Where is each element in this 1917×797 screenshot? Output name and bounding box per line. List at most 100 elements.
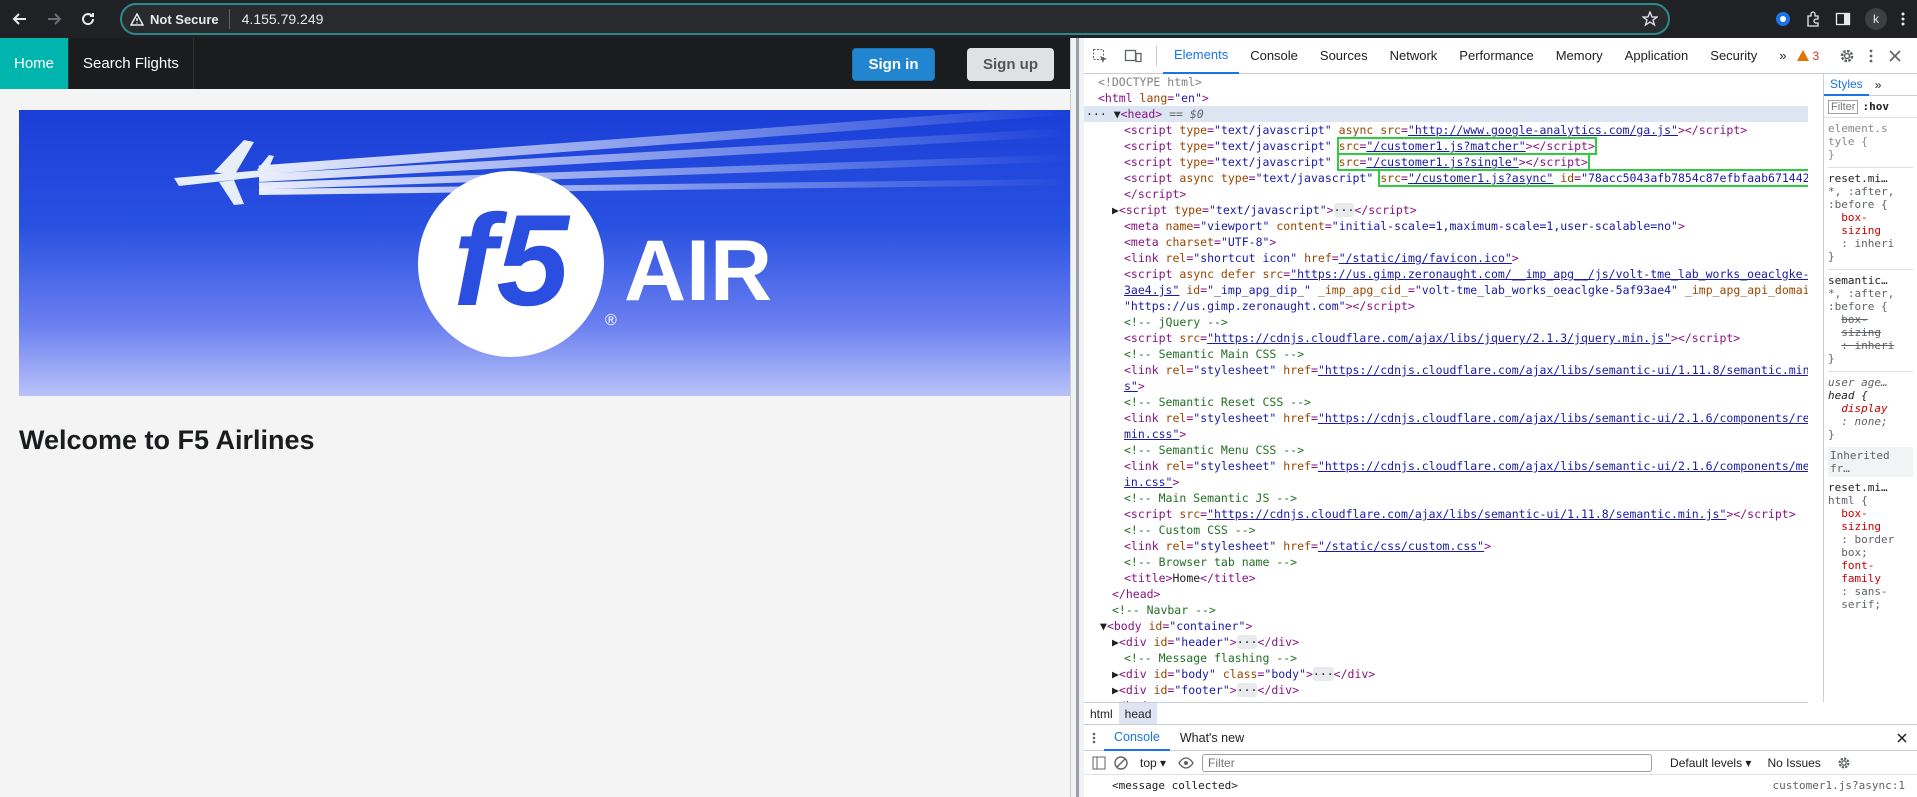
dom-line[interactable]: <meta name="viewport" content="initial-s… <box>1084 218 1808 234</box>
tab-console[interactable]: Console <box>1239 38 1309 74</box>
dom-line[interactable]: <!DOCTYPE html> <box>1084 74 1808 90</box>
dom-line[interactable]: min.css"> <box>1084 426 1808 442</box>
forward-button[interactable] <box>40 5 68 33</box>
inspect-element-icon[interactable] <box>1092 48 1108 64</box>
dom-line[interactable]: <script src="https://cdnjs.cloudflare.co… <box>1084 506 1808 522</box>
dom-line[interactable]: </head> <box>1084 586 1808 602</box>
console-sidebar-icon[interactable] <box>1092 756 1106 770</box>
issues-counter[interactable]: No Issues <box>1767 756 1820 770</box>
drawer-tab-whats-new[interactable]: What's new <box>1170 725 1254 751</box>
log-levels-dropdown[interactable]: Default levels ▾ <box>1670 756 1751 770</box>
forward-arrow-icon <box>48 13 62 25</box>
elements-dom-tree[interactable]: <!DOCTYPE html> <html lang="en"> ··· ▼<h… <box>1084 74 1808 702</box>
tab-sources[interactable]: Sources <box>1309 38 1379 74</box>
bookmark-star-icon[interactable] <box>1642 11 1658 27</box>
dom-line[interactable]: 3ae4.js" id="_imp_apg_dip_" _imp_apg_cid… <box>1084 282 1808 298</box>
console-drawer: Console What's new top ▾ Filter Default … <box>1084 724 1917 797</box>
dom-line[interactable]: </script> <box>1084 186 1808 202</box>
address-bar[interactable]: Not Secure 4.155.79.249 <box>120 3 1670 35</box>
breadcrumb: html head <box>1084 702 1808 724</box>
tab-application[interactable]: Application <box>1614 38 1700 74</box>
dom-line[interactable]: in.css"> <box>1084 474 1808 490</box>
console-filter-input[interactable]: Filter <box>1202 753 1653 772</box>
tab-network[interactable]: Network <box>1379 38 1449 74</box>
drawer-menu-icon[interactable] <box>1092 732 1096 744</box>
styles-more-button[interactable]: » <box>1869 78 1882 92</box>
dom-comment[interactable]: <!-- Semantic Reset CSS --> <box>1084 394 1808 410</box>
dom-comment[interactable]: <!-- Navbar --> <box>1084 602 1808 618</box>
more-tabs-button[interactable]: » <box>1768 38 1797 74</box>
extensions-icon[interactable] <box>1805 11 1821 27</box>
device-toolbar-icon[interactable] <box>1124 48 1142 64</box>
dom-line[interactable]: <html lang="en"> <box>1084 90 1808 106</box>
dom-line[interactable]: <meta charset="UTF-8"> <box>1084 234 1808 250</box>
console-settings-gear-icon[interactable] <box>1837 756 1851 770</box>
console-message-row[interactable]: <message collected> customer1.js?async:1 <box>1084 775 1917 795</box>
dom-line[interactable]: ▶<div id="footer">···</div> <box>1084 682 1808 698</box>
dom-line[interactable]: ▼<body id="container"> <box>1084 618 1808 634</box>
back-button[interactable] <box>6 5 34 33</box>
tab-memory[interactable]: Memory <box>1545 38 1614 74</box>
warnings-badge[interactable]: 3 <box>1797 49 1819 63</box>
settings-gear-icon[interactable] <box>1839 48 1855 64</box>
context-selector[interactable]: top ▾ <box>1136 756 1170 770</box>
dom-line[interactable]: <link rel="stylesheet" href="https://cdn… <box>1084 362 1808 378</box>
breadcrumb-html[interactable]: html <box>1084 703 1119 724</box>
browser-menu-icon[interactable] <box>1901 11 1905 27</box>
security-indicator[interactable]: Not Secure <box>130 9 230 29</box>
clear-console-icon[interactable] <box>1114 755 1128 770</box>
dom-line[interactable]: <link rel="stylesheet" href="https://cdn… <box>1084 410 1808 426</box>
password-manager-icon[interactable] <box>1775 11 1791 27</box>
profile-avatar[interactable]: k <box>1865 8 1887 30</box>
dom-line[interactable]: ▶<script type="text/javascript">···</scr… <box>1084 202 1808 218</box>
dom-line[interactable]: <title>Home</title> <box>1084 570 1808 586</box>
warning-icon <box>1797 50 1810 61</box>
close-drawer-icon[interactable] <box>1897 732 1907 743</box>
styles-tab[interactable]: Styles <box>1824 74 1869 96</box>
dom-comment[interactable]: <!-- Main Semantic JS --> <box>1084 490 1808 506</box>
nav-search-flights-link[interactable]: Search Flights <box>69 38 194 89</box>
dom-comment[interactable]: <!-- Browser tab name --> <box>1084 554 1808 570</box>
dom-comment[interactable]: <!-- Custom CSS --> <box>1084 522 1808 538</box>
airplane-icon <box>174 140 274 205</box>
nav-home-link[interactable]: Home <box>0 38 70 89</box>
dom-line[interactable]: <link rel="stylesheet" href="https://cdn… <box>1084 458 1808 474</box>
side-panel-icon[interactable] <box>1835 11 1851 27</box>
dom-line[interactable]: <link rel="stylesheet" href="/static/css… <box>1084 538 1808 554</box>
dom-comment[interactable]: <!-- Semantic Menu CSS --> <box>1084 442 1808 458</box>
warning-count: 3 <box>1812 48 1820 63</box>
style-rules[interactable]: element.s tyle {} reset.mi… *, :after,:bef… <box>1824 118 1917 615</box>
sign-in-button[interactable]: Sign in <box>852 48 935 81</box>
dom-comment[interactable]: <!-- Semantic Main CSS --> <box>1084 346 1808 362</box>
dom-line[interactable]: <script type="text/javascript" async src… <box>1084 122 1808 138</box>
dom-line[interactable]: <script async defer src="https://us.gimp… <box>1084 266 1808 282</box>
tab-performance[interactable]: Performance <box>1448 38 1544 74</box>
live-expression-eye-icon[interactable] <box>1178 756 1194 769</box>
styles-filter-input[interactable]: Filter <box>1828 99 1859 114</box>
dom-line[interactable]: "https://us.gimp.zeronaught.com"></scrip… <box>1084 298 1808 314</box>
dom-line[interactable]: <script type="text/javascript" src="/cus… <box>1084 137 1808 155</box>
close-devtools-icon[interactable] <box>1889 49 1901 62</box>
dom-line-head-selected[interactable]: ··· ▼<head> == $0 <box>1084 106 1808 122</box>
dom-line[interactable]: s"> <box>1084 378 1808 394</box>
dom-line[interactable]: ▶<div id="body" class="body">···</div> <box>1084 666 1808 682</box>
tab-elements[interactable]: Elements <box>1163 38 1240 74</box>
breadcrumb-head[interactable]: head <box>1118 703 1158 724</box>
hover-state-toggle[interactable]: :hov <box>1862 100 1889 113</box>
devtools-menu-icon[interactable] <box>1869 49 1873 63</box>
dom-line[interactable]: <script async type="text/javascript" src… <box>1084 169 1808 187</box>
dom-comment[interactable]: <!-- Message flashing --> <box>1084 650 1808 666</box>
sign-up-button[interactable]: Sign up <box>967 48 1054 81</box>
drawer-tab-console[interactable]: Console <box>1104 725 1170 751</box>
reload-button[interactable] <box>74 5 102 33</box>
dom-line[interactable]: <script src="https://cdnjs.cloudflare.co… <box>1084 330 1808 346</box>
dom-comment[interactable]: <!-- jQuery --> <box>1084 314 1808 330</box>
url-text[interactable]: 4.155.79.249 <box>242 11 324 27</box>
dom-line[interactable]: ▶<div id="header">···</div> <box>1084 634 1808 650</box>
dom-line[interactable]: <link rel="shortcut icon" href="/static/… <box>1084 250 1808 266</box>
toolbar-right: k <box>1775 0 1917 38</box>
console-message-source-link[interactable]: customer1.js?async:1 <box>1773 779 1905 792</box>
dom-line[interactable]: <script type="text/javascript" src="/cus… <box>1084 153 1808 171</box>
tab-security[interactable]: Security <box>1699 38 1768 74</box>
devtools-splitter[interactable] <box>1070 38 1084 797</box>
